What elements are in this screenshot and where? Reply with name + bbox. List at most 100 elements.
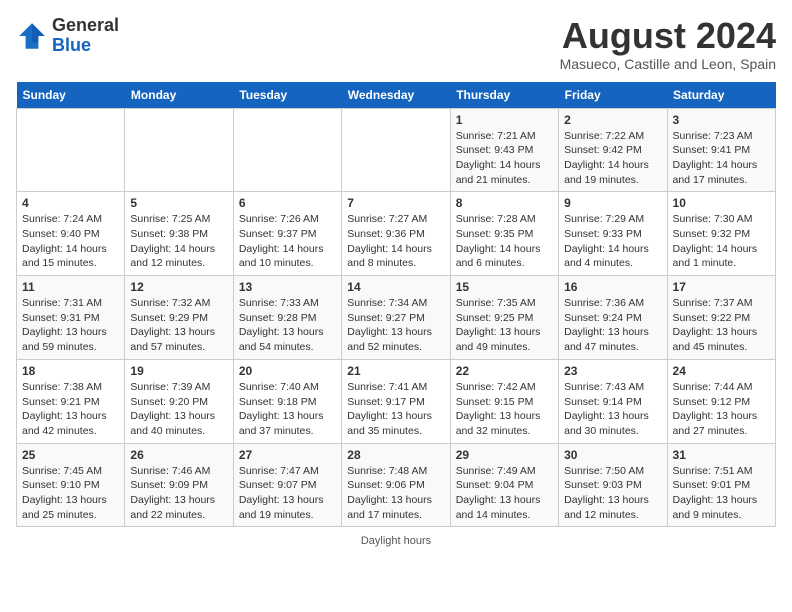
day-info: Sunrise: 7:41 AM Sunset: 9:17 PM Dayligh…	[347, 380, 444, 439]
day-info: Sunrise: 7:25 AM Sunset: 9:38 PM Dayligh…	[130, 212, 227, 271]
day-info: Sunrise: 7:37 AM Sunset: 9:22 PM Dayligh…	[673, 296, 770, 355]
day-info: Sunrise: 7:40 AM Sunset: 9:18 PM Dayligh…	[239, 380, 336, 439]
weekday-thursday: Thursday	[450, 82, 558, 109]
day-info: Sunrise: 7:44 AM Sunset: 9:12 PM Dayligh…	[673, 380, 770, 439]
day-cell	[17, 108, 125, 192]
day-info: Sunrise: 7:48 AM Sunset: 9:06 PM Dayligh…	[347, 464, 444, 523]
day-number: 17	[673, 280, 770, 294]
day-cell: 30 Sunrise: 7:50 AM Sunset: 9:03 PM Dayli…	[559, 443, 667, 527]
day-cell: 15 Sunrise: 7:35 AM Sunset: 9:25 PM Dayli…	[450, 276, 558, 360]
day-number: 27	[239, 448, 336, 462]
day-number: 5	[130, 196, 227, 210]
day-cell: 29Sunrise: 7:49 AM Sunset: 9:04 PM Dayli…	[450, 443, 558, 527]
day-cell: 26 Sunrise: 7:46 AM Sunset: 9:09 PM Dayli…	[125, 443, 233, 527]
day-cell: 9 Sunrise: 7:29 AM Sunset: 9:33 PM Daylig…	[559, 192, 667, 276]
day-cell: 19 Sunrise: 7:39 AM Sunset: 9:20 PM Dayli…	[125, 359, 233, 443]
day-cell: 24Sunrise: 7:44 AM Sunset: 9:12 PM Dayli…	[667, 359, 775, 443]
day-info: Sunrise: 7:31 AM Sunset: 9:31 PM Dayligh…	[22, 296, 119, 355]
day-cell: 25 Sunrise: 7:45 AM Sunset: 9:10 PM Dayli…	[17, 443, 125, 527]
day-number: 26	[130, 448, 227, 462]
day-cell: 8 Sunrise: 7:28 AM Sunset: 9:35 PM Daylig…	[450, 192, 558, 276]
day-number: 20	[239, 364, 336, 378]
legend: Daylight hours	[16, 535, 776, 547]
day-cell	[233, 108, 341, 192]
day-cell: 18Sunrise: 7:38 AM Sunset: 9:21 PM Dayli…	[17, 359, 125, 443]
calendar-table: SundayMondayTuesdayWednesdayThursdayFrid…	[16, 82, 776, 528]
day-number: 12	[130, 280, 227, 294]
weekday-friday: Friday	[559, 82, 667, 109]
logo-line2: Blue	[52, 36, 119, 56]
weekday-tuesday: Tuesday	[233, 82, 341, 109]
day-info: Sunrise: 7:51 AM Sunset: 9:01 PM Dayligh…	[673, 464, 770, 523]
day-info: Sunrise: 7:32 AM Sunset: 9:29 PM Dayligh…	[130, 296, 227, 355]
day-number: 8	[456, 196, 553, 210]
day-cell: 21Sunrise: 7:41 AM Sunset: 9:17 PM Dayli…	[342, 359, 450, 443]
day-info: Sunrise: 7:43 AM Sunset: 9:14 PM Dayligh…	[564, 380, 661, 439]
day-cell: 10Sunrise: 7:30 AM Sunset: 9:32 PM Dayli…	[667, 192, 775, 276]
day-number: 18	[22, 364, 119, 378]
logo-icon	[16, 20, 48, 52]
day-info: Sunrise: 7:30 AM Sunset: 9:32 PM Dayligh…	[673, 212, 770, 271]
day-info: Sunrise: 7:33 AM Sunset: 9:28 PM Dayligh…	[239, 296, 336, 355]
day-cell: 2 Sunrise: 7:22 AM Sunset: 9:42 PM Daylig…	[559, 108, 667, 192]
day-number: 28	[347, 448, 444, 462]
day-cell: 28 Sunrise: 7:48 AM Sunset: 9:06 PM Dayli…	[342, 443, 450, 527]
day-number: 14	[347, 280, 444, 294]
day-number: 15	[456, 280, 553, 294]
day-number: 29	[456, 448, 553, 462]
day-number: 7	[347, 196, 444, 210]
day-cell: 23Sunrise: 7:43 AM Sunset: 9:14 PM Dayli…	[559, 359, 667, 443]
day-number: 30	[564, 448, 661, 462]
day-cell	[342, 108, 450, 192]
day-number: 16	[564, 280, 661, 294]
day-cell: 16 Sunrise: 7:36 AM Sunset: 9:24 PM Dayli…	[559, 276, 667, 360]
day-number: 1	[456, 113, 553, 127]
day-number: 2	[564, 113, 661, 127]
day-number: 13	[239, 280, 336, 294]
day-cell	[125, 108, 233, 192]
day-number: 19	[130, 364, 227, 378]
day-cell: 12 Sunrise: 7:32 AM Sunset: 9:29 PM Dayli…	[125, 276, 233, 360]
day-cell: 3Sunrise: 7:23 AM Sunset: 9:41 PM Daylig…	[667, 108, 775, 192]
day-number: 25	[22, 448, 119, 462]
day-info: Sunrise: 7:36 AM Sunset: 9:24 PM Dayligh…	[564, 296, 661, 355]
weekday-saturday: Saturday	[667, 82, 775, 109]
day-cell: 31 Sunrise: 7:51 AM Sunset: 9:01 PM Dayli…	[667, 443, 775, 527]
day-info: Sunrise: 7:47 AM Sunset: 9:07 PM Dayligh…	[239, 464, 336, 523]
day-number: 9	[564, 196, 661, 210]
day-info: Sunrise: 7:27 AM Sunset: 9:36 PM Dayligh…	[347, 212, 444, 271]
day-number: 6	[239, 196, 336, 210]
day-cell: 14 Sunrise: 7:34 AM Sunset: 9:27 PM Dayli…	[342, 276, 450, 360]
week-row-1: 1 Sunrise: 7:21 AM Sunset: 9:43 PM Daylig…	[17, 108, 776, 192]
day-info: Sunrise: 7:21 AM Sunset: 9:43 PM Dayligh…	[456, 129, 553, 188]
day-number: 22	[456, 364, 553, 378]
day-info: Sunrise: 7:28 AM Sunset: 9:35 PM Dayligh…	[456, 212, 553, 271]
day-info: Sunrise: 7:23 AM Sunset: 9:41 PM Dayligh…	[673, 129, 770, 188]
day-number: 31	[673, 448, 770, 462]
location: Masueco, Castille and Leon, Spain	[560, 56, 776, 72]
day-info: Sunrise: 7:39 AM Sunset: 9:20 PM Dayligh…	[130, 380, 227, 439]
day-info: Sunrise: 7:29 AM Sunset: 9:33 PM Dayligh…	[564, 212, 661, 271]
day-cell: 17 Sunrise: 7:37 AM Sunset: 9:22 PM Dayli…	[667, 276, 775, 360]
day-info: Sunrise: 7:50 AM Sunset: 9:03 PM Dayligh…	[564, 464, 661, 523]
weekday-wednesday: Wednesday	[342, 82, 450, 109]
day-cell: 22 Sunrise: 7:42 AM Sunset: 9:15 PM Dayli…	[450, 359, 558, 443]
logo-line1: General	[52, 16, 119, 36]
week-row-3: 11Sunrise: 7:31 AM Sunset: 9:31 PM Dayli…	[17, 276, 776, 360]
day-info: Sunrise: 7:22 AM Sunset: 9:42 PM Dayligh…	[564, 129, 661, 188]
day-cell: 6Sunrise: 7:26 AM Sunset: 9:37 PM Daylig…	[233, 192, 341, 276]
day-info: Sunrise: 7:42 AM Sunset: 9:15 PM Dayligh…	[456, 380, 553, 439]
week-row-2: 4Sunrise: 7:24 AM Sunset: 9:40 PM Daylig…	[17, 192, 776, 276]
header: General Blue August 2024 Masueco, Castil…	[16, 16, 776, 72]
weekday-header-row: SundayMondayTuesdayWednesdayThursdayFrid…	[17, 82, 776, 109]
day-info: Sunrise: 7:45 AM Sunset: 9:10 PM Dayligh…	[22, 464, 119, 523]
day-cell: 27 Sunrise: 7:47 AM Sunset: 9:07 PM Dayli…	[233, 443, 341, 527]
calendar-body: 1 Sunrise: 7:21 AM Sunset: 9:43 PM Daylig…	[17, 108, 776, 527]
day-cell: 20 Sunrise: 7:40 AM Sunset: 9:18 PM Dayli…	[233, 359, 341, 443]
day-cell: 4Sunrise: 7:24 AM Sunset: 9:40 PM Daylig…	[17, 192, 125, 276]
weekday-monday: Monday	[125, 82, 233, 109]
day-cell: 1 Sunrise: 7:21 AM Sunset: 9:43 PM Daylig…	[450, 108, 558, 192]
day-info: Sunrise: 7:34 AM Sunset: 9:27 PM Dayligh…	[347, 296, 444, 355]
day-info: Sunrise: 7:35 AM Sunset: 9:25 PM Dayligh…	[456, 296, 553, 355]
day-info: Sunrise: 7:46 AM Sunset: 9:09 PM Dayligh…	[130, 464, 227, 523]
